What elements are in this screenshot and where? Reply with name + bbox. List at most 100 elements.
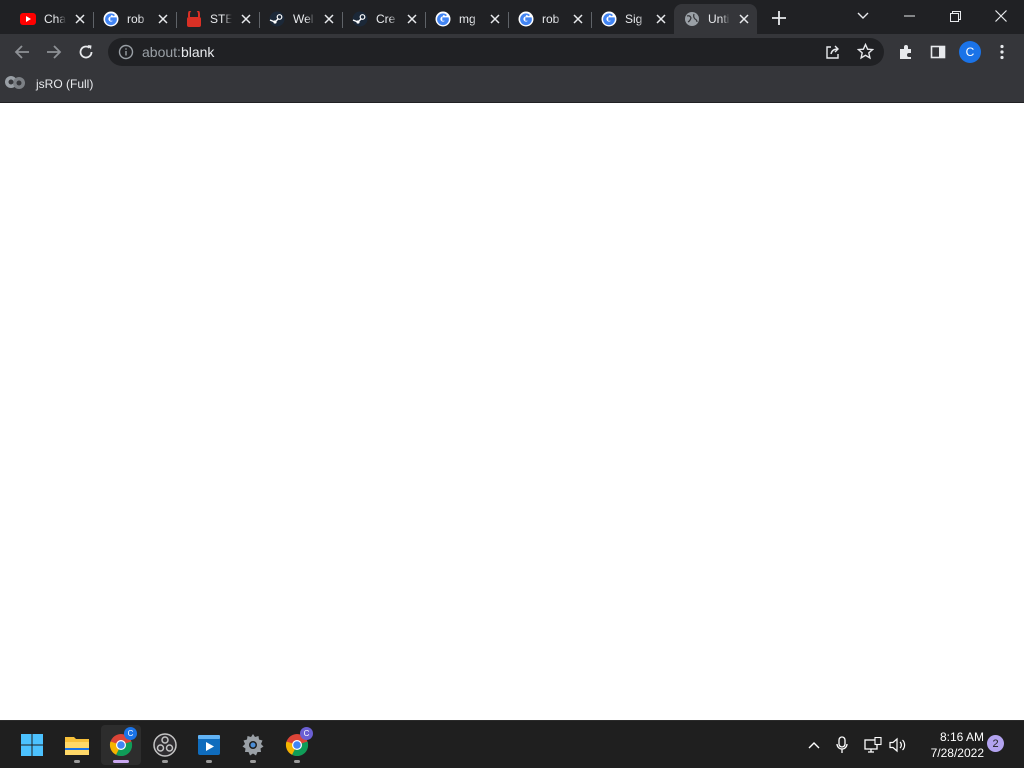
google-icon — [435, 11, 451, 27]
menu-button[interactable] — [988, 38, 1016, 66]
tab-title: Cha — [44, 12, 66, 26]
close-icon[interactable] — [487, 11, 503, 27]
google-icon — [103, 11, 119, 27]
steam-icon — [352, 11, 368, 27]
running-indicator — [294, 760, 300, 763]
toolbar: about:blank — [0, 34, 1024, 70]
clock[interactable]: 8:16 AM 7/28/2022 — [914, 729, 984, 761]
close-window-button[interactable] — [978, 0, 1024, 32]
restore-button[interactable] — [932, 0, 978, 32]
tab-search-button[interactable] — [840, 0, 886, 32]
file-explorer-button[interactable] — [57, 725, 97, 765]
media-player-button[interactable] — [189, 725, 229, 765]
forward-button[interactable] — [40, 38, 68, 66]
gamepad-icon — [4, 74, 30, 95]
microphone-icon — [836, 736, 848, 753]
page-content[interactable] — [0, 103, 1024, 720]
side-panel-icon — [930, 45, 946, 59]
back-button[interactable] — [8, 38, 36, 66]
steam-icon — [269, 11, 285, 27]
bookmark-item[interactable]: jsRO (Full) — [4, 73, 93, 95]
close-icon[interactable] — [404, 11, 420, 27]
chrome-taskbar-button[interactable]: C — [101, 725, 141, 765]
tab-strip: Cha rob STE Wel Cre mg rob Sig Unti — [0, 0, 1024, 34]
tab-title: rob — [542, 12, 560, 26]
info-icon[interactable] — [118, 44, 134, 65]
address-bar[interactable]: about:blank — [108, 38, 884, 66]
restore-icon — [949, 10, 961, 22]
obs-button[interactable] — [145, 725, 185, 765]
chevron-down-icon — [857, 12, 869, 19]
minimize-icon — [903, 15, 915, 17]
volume-button[interactable] — [886, 733, 910, 757]
running-indicator — [250, 760, 256, 763]
tab-steam-2[interactable]: Cre — [342, 4, 425, 34]
chevron-up-icon — [808, 742, 820, 749]
reload-icon — [79, 45, 93, 59]
google-icon — [601, 11, 617, 27]
close-icon[interactable] — [72, 11, 88, 27]
url-scheme: about: — [142, 44, 181, 60]
url-host: blank — [180, 44, 215, 60]
tab-youtube[interactable]: Cha — [10, 4, 93, 34]
obs-icon — [153, 733, 177, 757]
network-button[interactable] — [861, 733, 885, 757]
browser-window: Cha rob STE Wel Cre mg rob Sig Unti abou… — [0, 0, 1024, 720]
tab-google-4[interactable]: Sig — [591, 4, 674, 34]
close-icon[interactable] — [570, 11, 586, 27]
tab-list: Cha rob STE Wel Cre mg rob Sig Unti — [10, 4, 793, 34]
profile-avatar[interactable]: C — [959, 41, 981, 63]
microphone-button[interactable] — [830, 733, 854, 757]
running-indicator — [113, 760, 129, 763]
start-button[interactable] — [12, 725, 52, 765]
tab-google-1[interactable]: rob — [93, 4, 176, 34]
bookmarks-bar: jsRO (Full) — [0, 70, 1024, 103]
tab-title: rob — [127, 12, 145, 26]
new-tab-button[interactable] — [765, 4, 793, 32]
profile-badge: C — [124, 727, 137, 740]
tab-google-3[interactable]: rob — [508, 4, 591, 34]
share-icon[interactable] — [825, 44, 841, 65]
arrow-left-icon — [14, 45, 29, 59]
chrome-profile-button[interactable]: C — [277, 725, 317, 765]
url-text[interactable]: about:blank — [142, 44, 214, 60]
tab-title: Cre — [376, 12, 396, 26]
settings-button[interactable] — [233, 725, 273, 765]
media-player-icon — [198, 735, 220, 755]
show-hidden-icons-button[interactable] — [802, 733, 826, 757]
close-icon[interactable] — [736, 11, 752, 27]
taskbar: C C 8:16 AM 7/28/2022 — [0, 720, 1024, 768]
reload-button[interactable] — [72, 38, 100, 66]
tab-title: Wel — [293, 12, 314, 26]
minimize-button[interactable] — [886, 0, 932, 32]
running-indicator — [206, 760, 212, 763]
network-icon — [864, 737, 882, 753]
start-icon — [21, 734, 43, 756]
tab-title: mg — [459, 12, 476, 26]
youtube-icon — [20, 11, 36, 27]
puzzle-icon — [900, 45, 911, 59]
close-icon[interactable] — [155, 11, 171, 27]
arrow-right-icon — [47, 45, 62, 59]
running-indicator — [162, 760, 168, 763]
close-icon — [995, 10, 1007, 22]
close-icon[interactable] — [653, 11, 669, 27]
profile-badge: C — [300, 727, 313, 740]
extensions-button[interactable] — [892, 38, 920, 66]
file-explorer-icon — [65, 737, 89, 755]
tab-steam-1[interactable]: Wel — [259, 4, 342, 34]
stop-icon — [186, 11, 202, 27]
clock-time: 8:16 AM — [939, 730, 984, 744]
clock-date: 7/28/2022 — [930, 746, 984, 760]
google-icon — [518, 11, 534, 27]
tab-title: Unti — [708, 12, 730, 26]
close-icon[interactable] — [238, 11, 254, 27]
tab-google-2[interactable]: mg — [425, 4, 508, 34]
star-icon[interactable] — [856, 42, 875, 65]
notification-badge[interactable]: 2 — [987, 735, 1004, 752]
more-vert-icon — [1000, 44, 1004, 60]
tab-ste[interactable]: STE — [176, 4, 259, 34]
tab-untitled[interactable]: Unti — [674, 4, 757, 34]
side-panel-button[interactable] — [924, 38, 952, 66]
close-icon[interactable] — [321, 11, 337, 27]
